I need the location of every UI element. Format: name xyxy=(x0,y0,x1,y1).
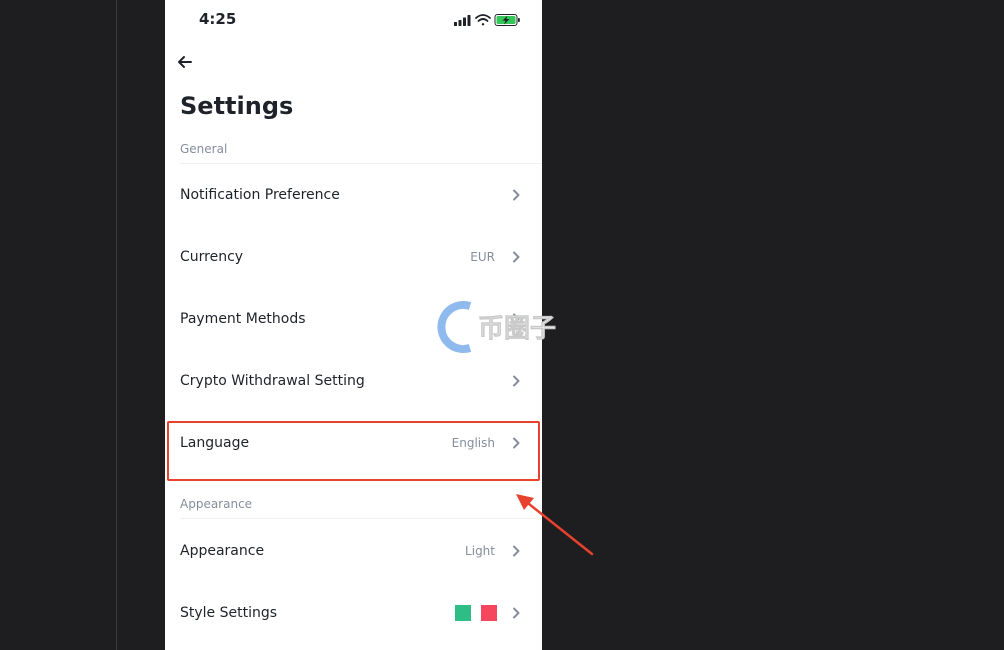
up-color-swatch xyxy=(455,605,471,621)
section-header-appearance: Appearance xyxy=(180,497,253,511)
row-label: Payment Methods xyxy=(180,311,306,327)
divider xyxy=(180,518,542,519)
row-label: Style Settings xyxy=(180,605,278,621)
style-swatches xyxy=(455,605,497,621)
watermark-text: 币圈子 xyxy=(478,314,556,344)
currency-value: EUR xyxy=(470,250,495,264)
highlight-box xyxy=(167,421,540,481)
chevron-right-icon xyxy=(513,251,520,263)
chevron-right-icon xyxy=(513,189,520,201)
settings-row-notification-preference[interactable]: Notification Preference xyxy=(165,164,542,226)
status-icons xyxy=(454,12,524,31)
red-arrow-annotation xyxy=(516,494,594,556)
row-label: Crypto Withdrawal Setting xyxy=(180,373,365,389)
status-time: 4:25 xyxy=(199,10,237,28)
background-divider xyxy=(116,0,117,650)
row-label: Appearance xyxy=(180,543,265,559)
watermark-logo: 币圈子 xyxy=(437,301,556,353)
wifi-icon xyxy=(475,14,491,26)
chevron-right-icon xyxy=(513,607,520,619)
page-title: Settings xyxy=(180,92,294,120)
down-color-swatch xyxy=(481,605,497,621)
back-arrow-icon[interactable] xyxy=(175,52,195,72)
row-label: Notification Preference xyxy=(180,187,340,203)
appearance-value: Light xyxy=(465,544,495,558)
chevron-right-icon xyxy=(513,375,520,387)
settings-row-style-settings[interactable]: Style Settings xyxy=(165,582,542,644)
settings-row-currency[interactable]: Currency EUR xyxy=(165,226,542,288)
watermark-logo-icon xyxy=(437,301,472,353)
row-label: Currency xyxy=(180,249,244,265)
settings-row-appearance[interactable]: Appearance Light xyxy=(165,520,542,582)
status-bar: 4:25 xyxy=(165,0,542,38)
signal-icon xyxy=(454,15,471,26)
settings-row-crypto-withdrawal-setting[interactable]: Crypto Withdrawal Setting xyxy=(165,350,542,412)
battery-charging-icon xyxy=(494,14,520,26)
section-header-general: General xyxy=(180,142,228,156)
